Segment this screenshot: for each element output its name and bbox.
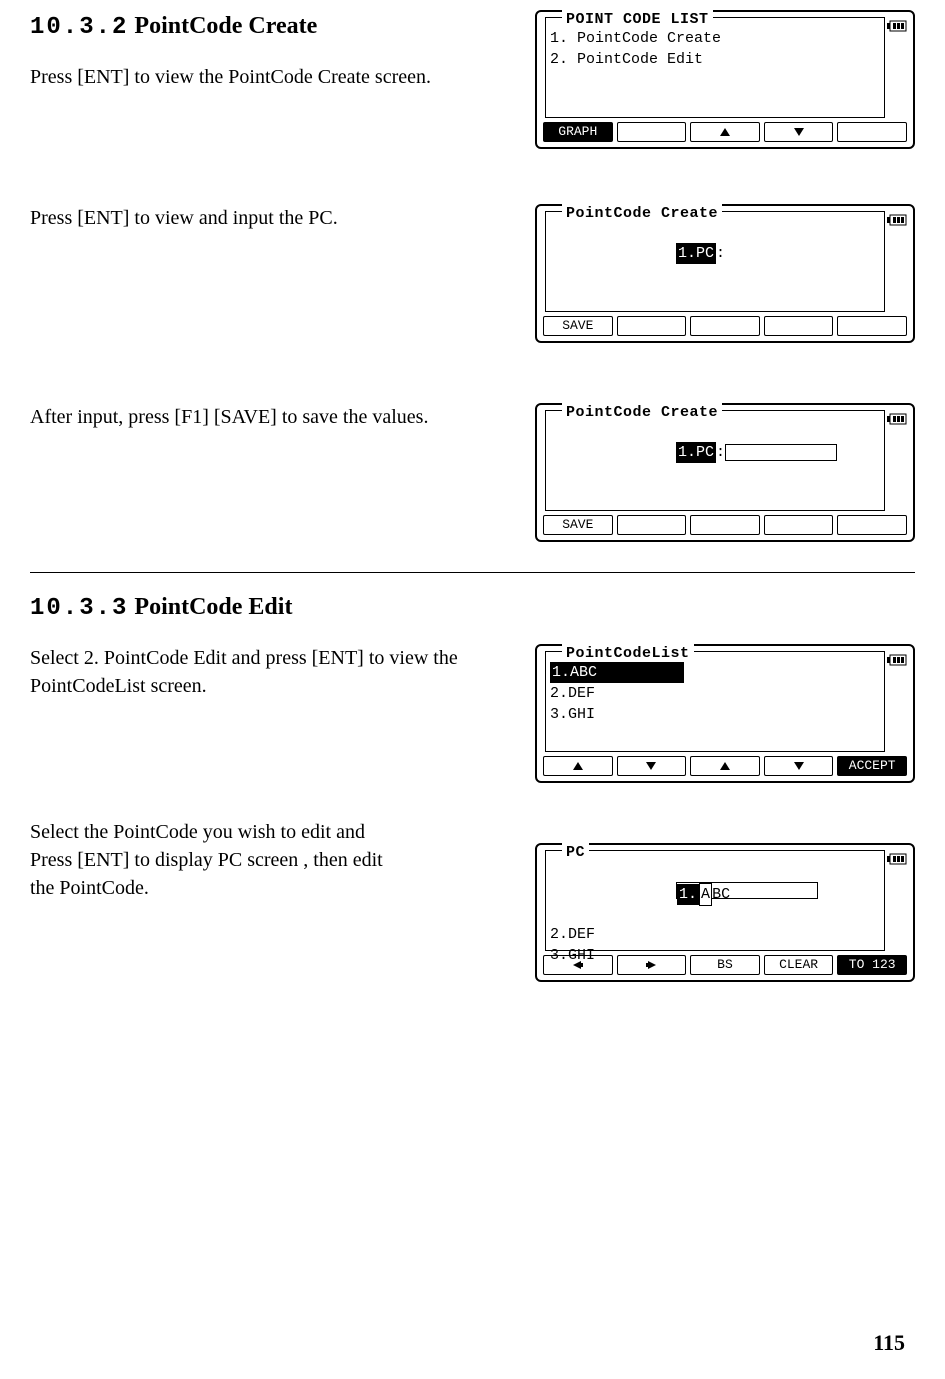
section-number-2: 10.3.3 [30,595,128,622]
lcd4-f5-accept[interactable]: ACCEPT [837,756,907,776]
lcd-screen-2: PointCode Create 1.PC: SAVE [535,204,915,343]
lcd4-item1[interactable]: 1.ABC [550,662,684,683]
para-5b: Press [ENT] to display PC screen , then … [30,846,515,874]
battery-icon [887,654,909,666]
lcd5-legend: PC [562,842,589,863]
lcd5-item2: 2.DEF [550,926,595,943]
section-divider [30,572,915,573]
lcd5-item1-rest: BC [712,886,730,903]
lcd2-f1-save[interactable]: SAVE [543,316,613,336]
lcd1-line2: 2. PointCode Edit [550,49,880,70]
battery-icon [887,853,909,865]
lcd-screen-1: POINT CODE LIST 1. PointCode Create 2. P… [535,10,915,149]
lcd3-f5[interactable] [837,515,907,535]
lcd1-legend: POINT CODE LIST [562,9,713,30]
lcd4-f4-down[interactable] [764,756,834,776]
lcd2-legend: PointCode Create [562,203,722,224]
lcd3-f4[interactable] [764,515,834,535]
para-2: Press [ENT] to view and input the PC. [30,204,515,232]
lcd1-f5[interactable] [837,122,907,142]
lcd1-f2[interactable] [617,122,687,142]
battery-icon [887,413,909,425]
lcd3-field: 1.PC [676,442,716,463]
lcd4-item2[interactable]: 2.DEF [550,685,595,702]
section-number-1: 10.3.2 [30,14,128,41]
lcd3-f1-save[interactable]: SAVE [543,515,613,535]
lcd4-item3[interactable]: 3.GHI [550,706,595,723]
lcd-screen-3: PointCode Create 1.PC: SAVE [535,403,915,542]
lcd1-line1: 1. PointCode Create [550,28,880,49]
lcd4-f3-up[interactable] [690,756,760,776]
lcd1-f3-up[interactable] [690,122,760,142]
para-5a: Select the PointCode you wish to edit an… [30,818,515,846]
lcd5-edit-box[interactable]: 1.ABC [676,882,818,899]
para-1: Press [ENT] to view the PointCode Create… [30,63,515,91]
lcd2-f2[interactable] [617,316,687,336]
lcd2-field: 1.PC [676,243,716,264]
lcd3-legend: PointCode Create [562,402,722,423]
lcd3-f3[interactable] [690,515,760,535]
lcd-screen-4: PointCodeList 1.ABC 2.DEF 3.GHI ACCEPT [535,644,915,783]
lcd2-f4[interactable] [764,316,834,336]
lcd3-input-box[interactable] [725,444,837,461]
lcd3-colon: : [716,444,725,461]
lcd2-f3[interactable] [690,316,760,336]
section-heading-1: 10.3.2 PointCode Create [30,10,515,45]
lcd2-colon: : [716,245,725,262]
lcd4-f2-down-small[interactable] [617,756,687,776]
lcd1-f4-down[interactable] [764,122,834,142]
battery-icon [887,20,909,32]
lcd5-cursor: A [699,883,712,906]
para-4: Select 2. PointCode Edit and press [ENT]… [30,644,515,700]
section-heading-2: 10.3.3 PointCode Edit [30,591,915,626]
lcd4-f1-up-small[interactable] [543,756,613,776]
lcd2-f5[interactable] [837,316,907,336]
section-title-1: PointCode Create [134,13,317,39]
page-number: 115 [873,1328,905,1359]
section-title-2: PointCode Edit [134,594,292,620]
lcd4-legend: PointCodeList [562,643,694,664]
para-3: After input, press [F1] [SAVE] to save t… [30,403,515,431]
lcd5-item3: 3.GHI [550,947,595,964]
lcd3-f2[interactable] [617,515,687,535]
para-5c: the PointCode. [30,874,515,902]
lcd1-f1-graph[interactable]: GRAPH [543,122,613,142]
lcd-screen-5: PC 1.ABC 2.DEF 3.GHI BS CLEAR TO 123 [535,843,915,982]
lcd5-item1-prefix: 1. [677,884,699,905]
battery-icon [887,214,909,226]
